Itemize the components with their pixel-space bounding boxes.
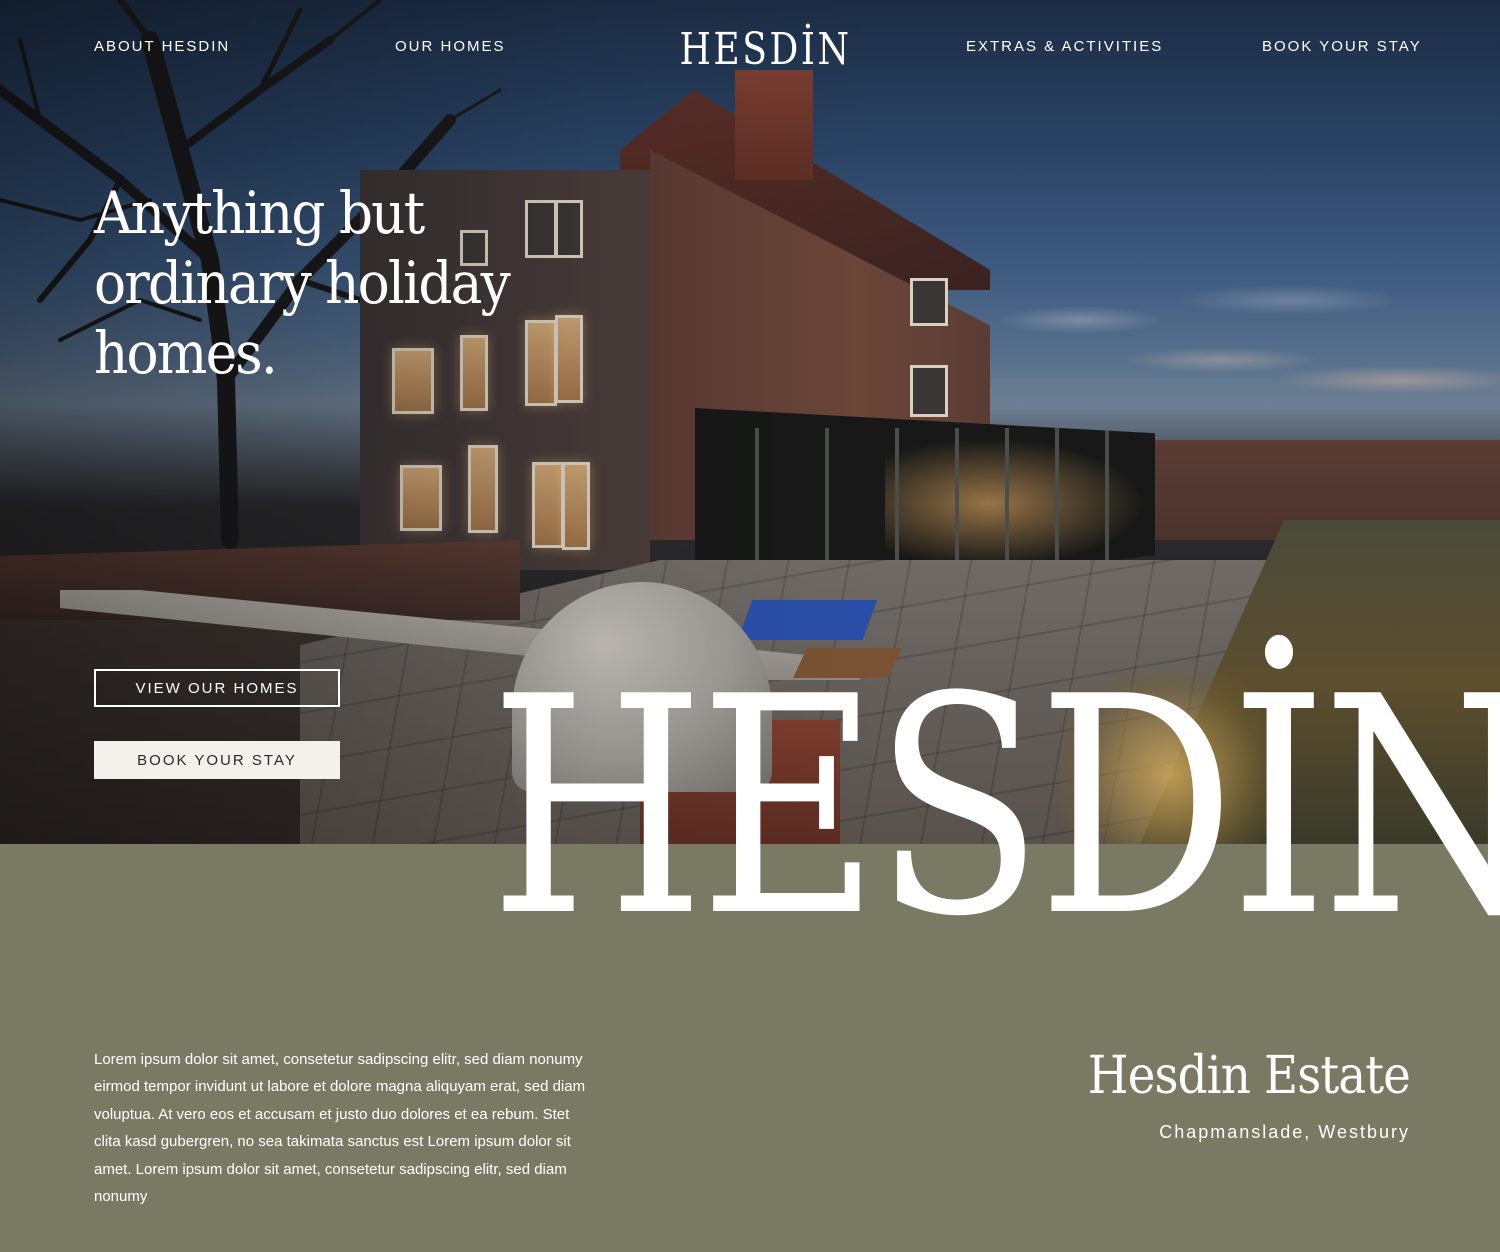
hesdin-logo[interactable]: HESDİN [679,28,849,72]
intro-body-text: Lorem ipsum dolor sit amet, consetetur s… [94,1051,586,1206]
view-our-homes-label: VIEW OUR HOMES [135,679,299,697]
nav-book-your-stay[interactable]: BOOK YOUR STAY [1262,38,1422,55]
book-your-stay-button[interactable]: BOOK YOUR STAY [94,741,340,779]
nav-extras-activities[interactable]: EXTRAS & ACTIVITIES [966,38,1163,55]
estate-location: Chapmanslade, Westbury [1159,1122,1410,1142]
nav-about-hesdin[interactable]: ABOUT HESDIN [94,38,230,55]
estate-name: Hesdin Estate [1087,1046,1411,1106]
nav-our-homes[interactable]: OUR HOMES [395,38,506,55]
view-our-homes-button[interactable]: VIEW OUR HOMES [94,669,340,707]
hero-headline: Anything but ordinary holiday homes. [94,179,511,387]
book-your-stay-label: BOOK YOUR STAY [137,751,297,769]
hesdin-wordmark: HESDİN [490,633,1500,982]
